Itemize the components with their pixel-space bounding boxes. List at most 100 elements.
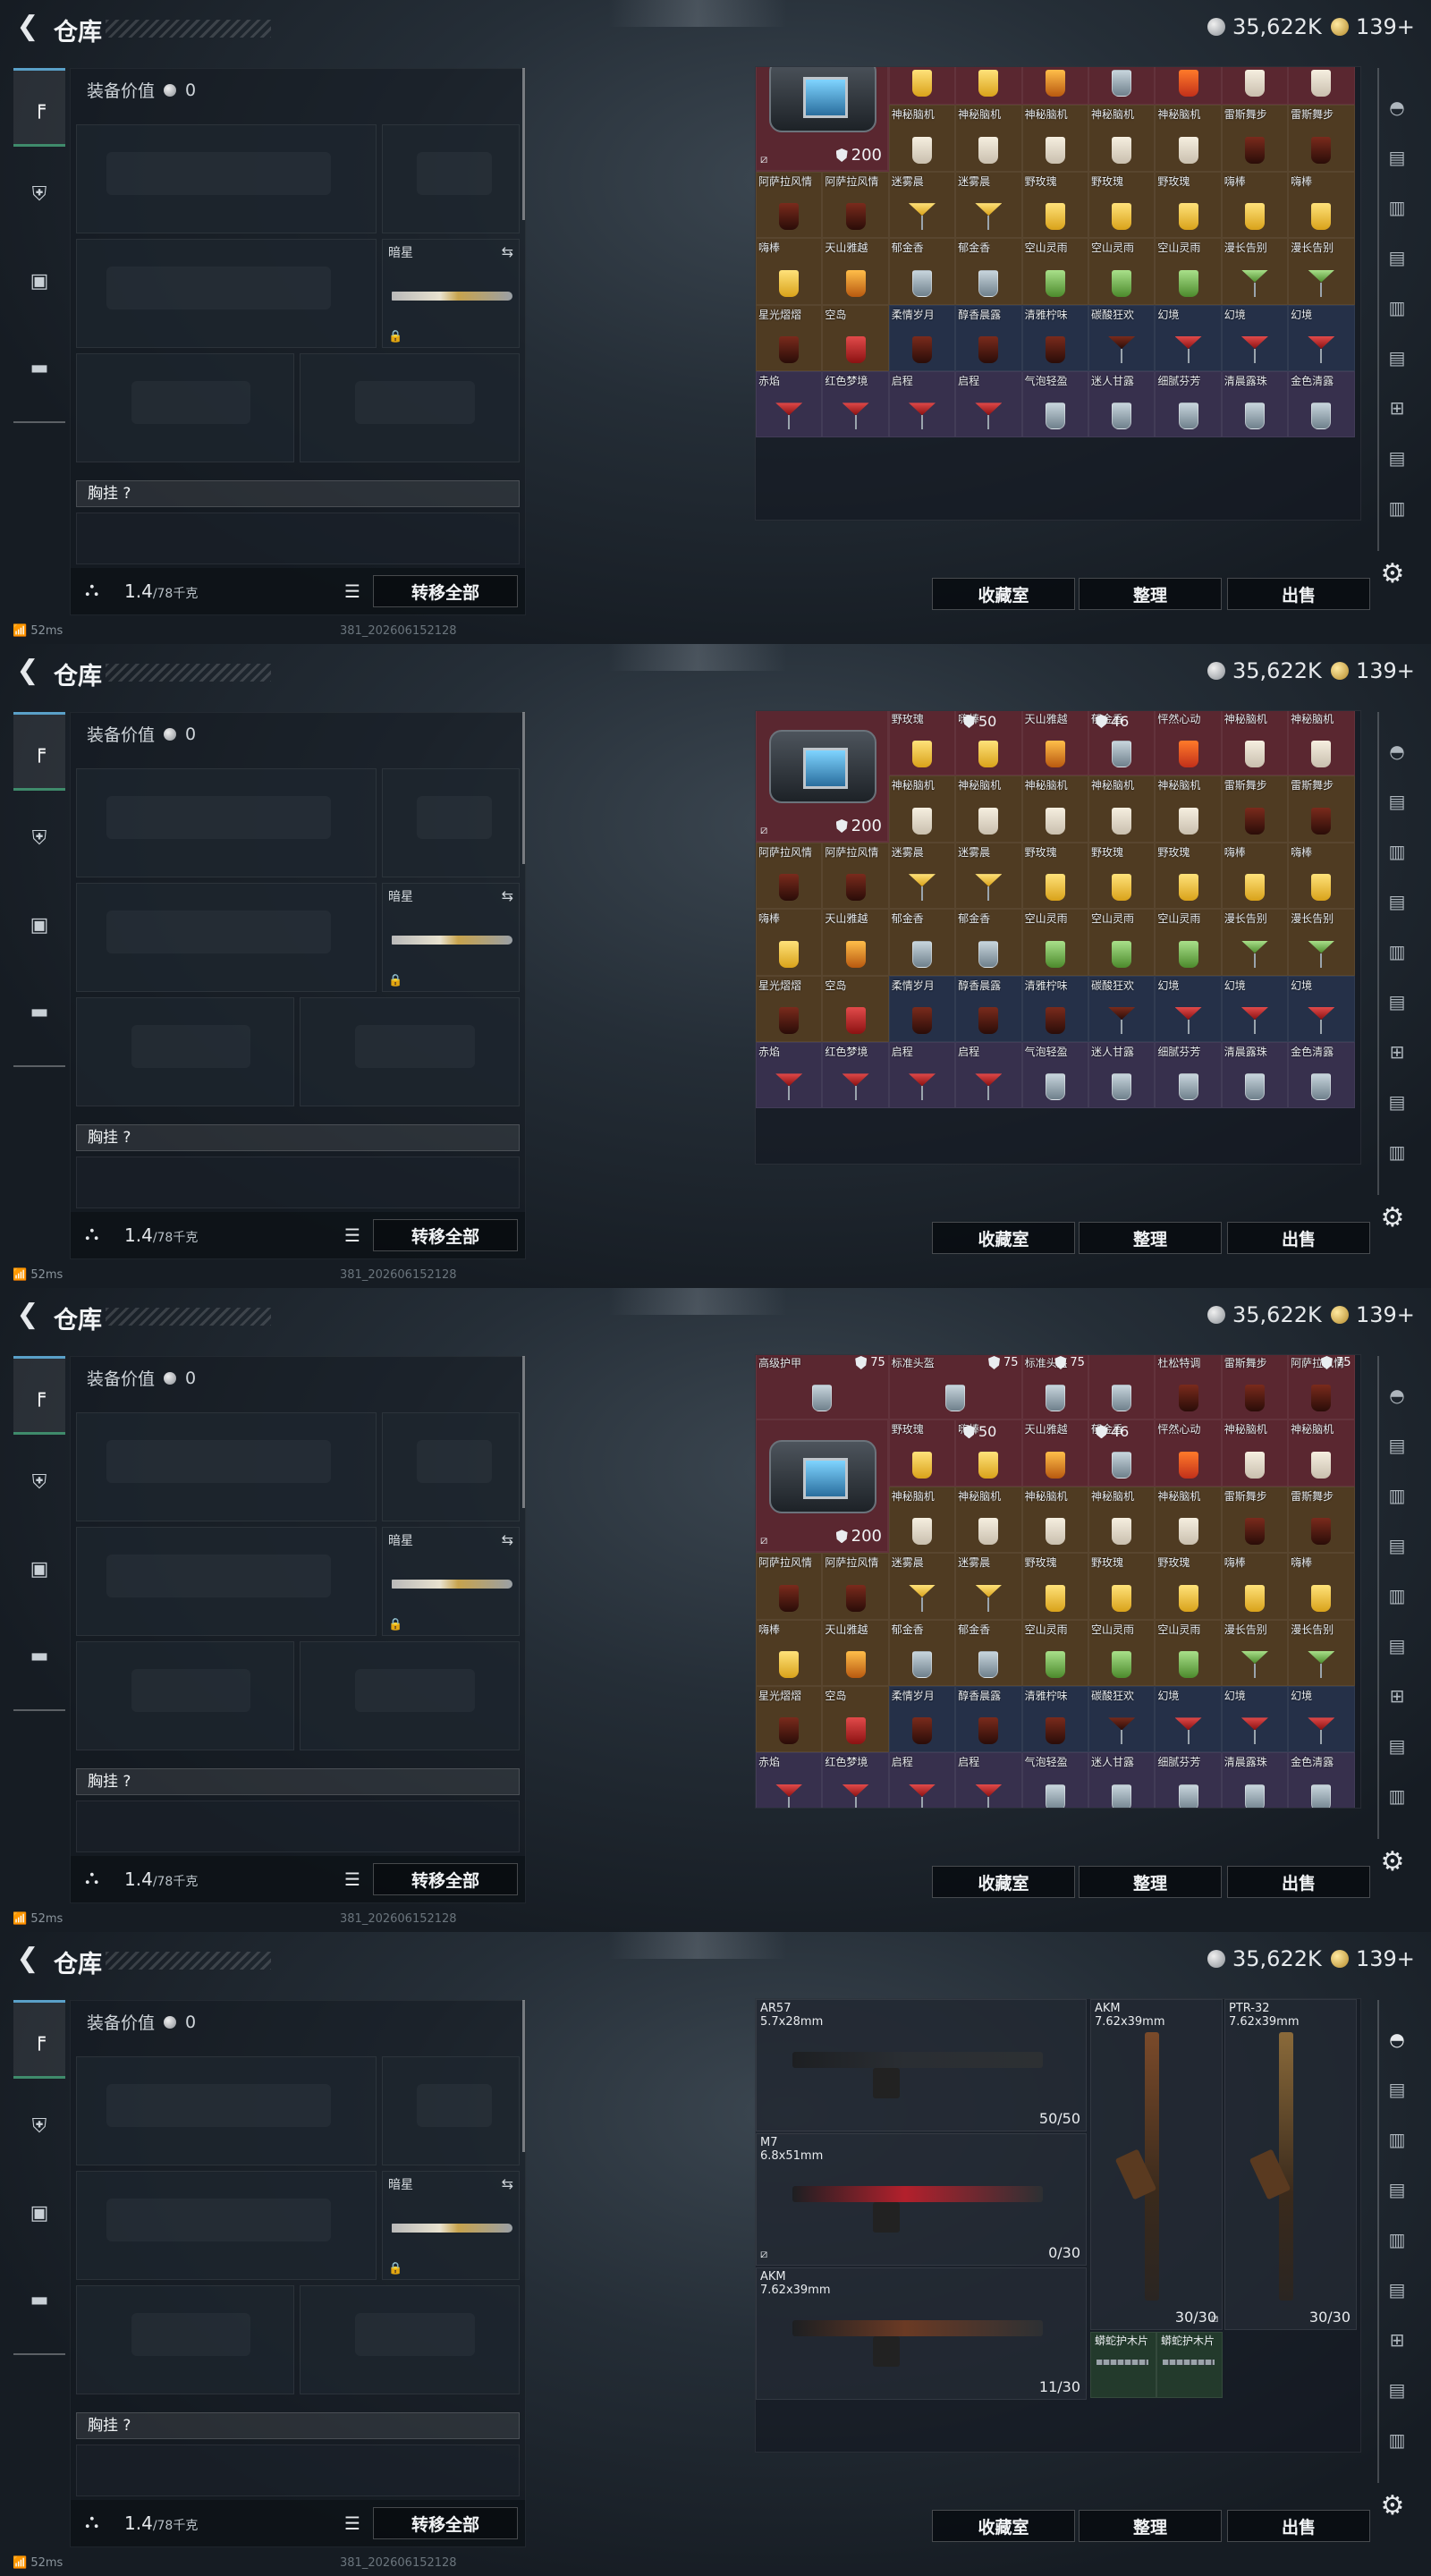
storage-page-icon[interactable]: ▤ xyxy=(1377,2368,1417,2411)
chest-rig-area[interactable] xyxy=(76,513,520,564)
cocktail-item[interactable]: 嗨棒 xyxy=(1221,842,1289,910)
cocktail-item[interactable]: 幻境 xyxy=(1155,975,1222,1042)
settings-gear-icon[interactable]: ⚙ xyxy=(1377,1847,1408,1877)
cocktail-item[interactable]: 怦然心动 xyxy=(1155,1419,1222,1487)
cocktail-item[interactable]: 清晨露珠 xyxy=(1221,1041,1289,1109)
list-view-icon[interactable]: ☰ xyxy=(344,1224,360,1246)
cocktail-item[interactable]: 赤焰 xyxy=(756,1041,823,1109)
armor-item[interactable] xyxy=(1088,1355,1156,1420)
cocktail-item[interactable]: 星光熠熠 xyxy=(756,975,823,1042)
cocktail-item[interactable]: 启程 xyxy=(955,1041,1022,1109)
cocktail-item[interactable]: 醇香晨露 xyxy=(955,1685,1022,1753)
storage-page-icon[interactable]: ▥ xyxy=(1377,1775,1417,1818)
cocktail-item[interactable]: 柔情岁月 xyxy=(888,1685,956,1753)
settings-gear-icon[interactable]: ⚙ xyxy=(1377,1203,1408,1233)
cocktail-item[interactable]: 迷雾晨 xyxy=(955,171,1022,239)
sort-button[interactable]: 整理 xyxy=(1079,1866,1222,1898)
melee-slot[interactable]: 暗星 ⇆ 🔒 xyxy=(382,1527,520,1636)
cocktail-item[interactable]: 阿萨拉风情 xyxy=(822,1553,889,1620)
cocktail-item[interactable]: 野玫瑰 xyxy=(1155,842,1222,910)
cocktail-item[interactable]: 气泡轻盈 xyxy=(1021,370,1088,438)
tactical-backpack-item[interactable]: 200 ⧄ xyxy=(756,711,888,842)
storage-page-icon[interactable]: ▤ xyxy=(1377,1724,1417,1767)
cocktail-item[interactable]: 雷斯舞步 xyxy=(1221,775,1289,843)
armor-tab-icon[interactable]: ⛨ xyxy=(13,2087,65,2165)
weapon-tab-icon[interactable]: ╒ xyxy=(13,712,65,791)
add-storage-icon[interactable]: ⊞ xyxy=(1377,1674,1417,1717)
cocktail-item[interactable]: 迷雾晨 xyxy=(888,1553,956,1620)
pistol-slot[interactable] xyxy=(382,768,520,877)
cocktail-item[interactable]: 迷人甘露 xyxy=(1088,370,1156,438)
sort-button[interactable]: 整理 xyxy=(1079,578,1222,610)
storage-page-icon[interactable]: ▥ xyxy=(1377,487,1417,530)
cocktail-item[interactable]: 迷人甘露 xyxy=(1088,1041,1156,1109)
armor-item[interactable]: 标准头盔 75 xyxy=(888,1355,1022,1420)
cocktail-item[interactable]: 阿萨拉风情 xyxy=(756,842,823,910)
storage-page-icon[interactable]: ▥ xyxy=(1377,286,1417,329)
armor-slot[interactable] xyxy=(300,2285,520,2394)
sell-button[interactable]: 出售 xyxy=(1227,1866,1370,1898)
cocktail-item[interactable]: 神秘脑机 xyxy=(888,1486,956,1554)
cocktail-item[interactable]: 细腻芬芳 xyxy=(1155,370,1222,438)
swap-icon[interactable]: ⇆ xyxy=(502,243,513,260)
backpack-tab-icon[interactable]: ▣ xyxy=(13,242,65,320)
cocktail-item[interactable]: 郁金香 xyxy=(1088,67,1156,106)
gold-currency[interactable]: 139+ xyxy=(1331,14,1415,39)
weapon-tab-icon[interactable]: ╒ xyxy=(13,1356,65,1435)
tactical-backpack-item[interactable]: 200 ⧄ xyxy=(756,1419,888,1553)
cocktail-item[interactable]: 嗨棒 xyxy=(756,909,823,976)
cocktail-item[interactable]: 神秘脑机 xyxy=(1021,1486,1088,1554)
cocktail-item[interactable]: 神秘脑机 xyxy=(1021,775,1088,843)
storage-page-icon[interactable]: ▤ xyxy=(1377,1424,1417,1467)
cocktail-item[interactable]: 幻境 xyxy=(1221,975,1289,1042)
cocktail-item[interactable]: 启程 xyxy=(888,1041,956,1109)
cocktail-item[interactable]: 野玫瑰 xyxy=(1021,171,1088,239)
tactical-backpack-item[interactable]: 200 ⧄ xyxy=(756,67,888,171)
transfer-all-button[interactable]: 转移全部 xyxy=(373,2507,518,2539)
back-arrow-icon[interactable]: ❮ xyxy=(13,13,43,43)
cocktail-item[interactable]: 郁金香 xyxy=(888,238,956,305)
add-storage-icon[interactable]: ⊞ xyxy=(1377,2318,1417,2361)
cocktail-item[interactable]: 神秘脑机 xyxy=(1288,67,1355,106)
chest-rig-slot[interactable]: 胸挂 ? xyxy=(76,480,520,507)
cocktail-item[interactable]: 幻境 xyxy=(1221,1685,1289,1753)
cocktail-item[interactable]: 郁金香 xyxy=(955,1619,1022,1686)
cocktail-item[interactable]: 野玫瑰 xyxy=(1021,842,1088,910)
add-storage-icon[interactable]: ⊞ xyxy=(1377,1030,1417,1073)
armor-tab-icon[interactable]: ⛨ xyxy=(13,155,65,233)
storage-page-icon[interactable]: ▥ xyxy=(1377,2419,1417,2462)
storage-page-icon[interactable]: ▥ xyxy=(1377,1131,1417,1174)
case-tab-icon[interactable]: ▬ xyxy=(13,328,65,407)
cocktail-item[interactable]: 嗨棒 xyxy=(756,238,823,305)
gold-currency[interactable]: 139+ xyxy=(1331,1302,1415,1327)
storage-page-icon[interactable]: ▤ xyxy=(1377,136,1417,179)
storage-page-icon[interactable]: ▤ xyxy=(1377,2068,1417,2111)
cocktail-item[interactable]: 神秘脑机 xyxy=(888,105,956,172)
cocktail-item[interactable]: 神秘脑机 xyxy=(1155,105,1222,172)
chest-rig-slot[interactable]: 胸挂 ? xyxy=(76,1124,520,1151)
cocktail-item[interactable]: 清雅柠味 xyxy=(1021,1685,1088,1753)
armor-item[interactable]: 标准头盔 75 xyxy=(1021,1355,1088,1420)
armor-tab-icon[interactable]: ⛨ xyxy=(13,1443,65,1521)
cocktail-item[interactable]: 金色清露 xyxy=(1288,370,1355,438)
cocktail-item[interactable]: 野玫瑰 xyxy=(1021,1553,1088,1620)
cocktail-item[interactable]: 启程 xyxy=(888,370,956,438)
cocktail-item[interactable]: 神秘脑机 xyxy=(955,775,1022,843)
cocktail-item[interactable]: 星光熠熠 xyxy=(756,304,823,371)
cocktail-item[interactable]: 郁金香 xyxy=(955,238,1022,305)
case-tab-icon[interactable]: ▬ xyxy=(13,1616,65,1695)
cocktail-item[interactable]: 野玫瑰 xyxy=(1155,1553,1222,1620)
primary-weapon-slot[interactable] xyxy=(76,2056,377,2165)
armor-slot[interactable] xyxy=(300,997,520,1106)
cocktail-item[interactable]: 醇香晨露 xyxy=(955,304,1022,371)
cocktail-item[interactable]: 漫长告别 xyxy=(1221,1619,1289,1686)
cocktail-item[interactable]: 阿萨拉风情 xyxy=(756,1553,823,1620)
cocktail-item[interactable]: 碳酸狂欢 xyxy=(1088,975,1156,1042)
cocktail-item[interactable]: 空山灵雨 xyxy=(1155,1619,1222,1686)
cocktail-item[interactable]: 野玫瑰 xyxy=(888,67,956,106)
equipment-scrollbar[interactable] xyxy=(522,2000,525,2152)
cocktail-item[interactable]: 清雅柠味 xyxy=(1021,975,1088,1042)
secondary-weapon-slot[interactable] xyxy=(76,239,377,348)
cocktail-item[interactable]: 野玫瑰 xyxy=(1088,842,1156,910)
cocktail-item[interactable]: 空山灵雨 xyxy=(1088,909,1156,976)
